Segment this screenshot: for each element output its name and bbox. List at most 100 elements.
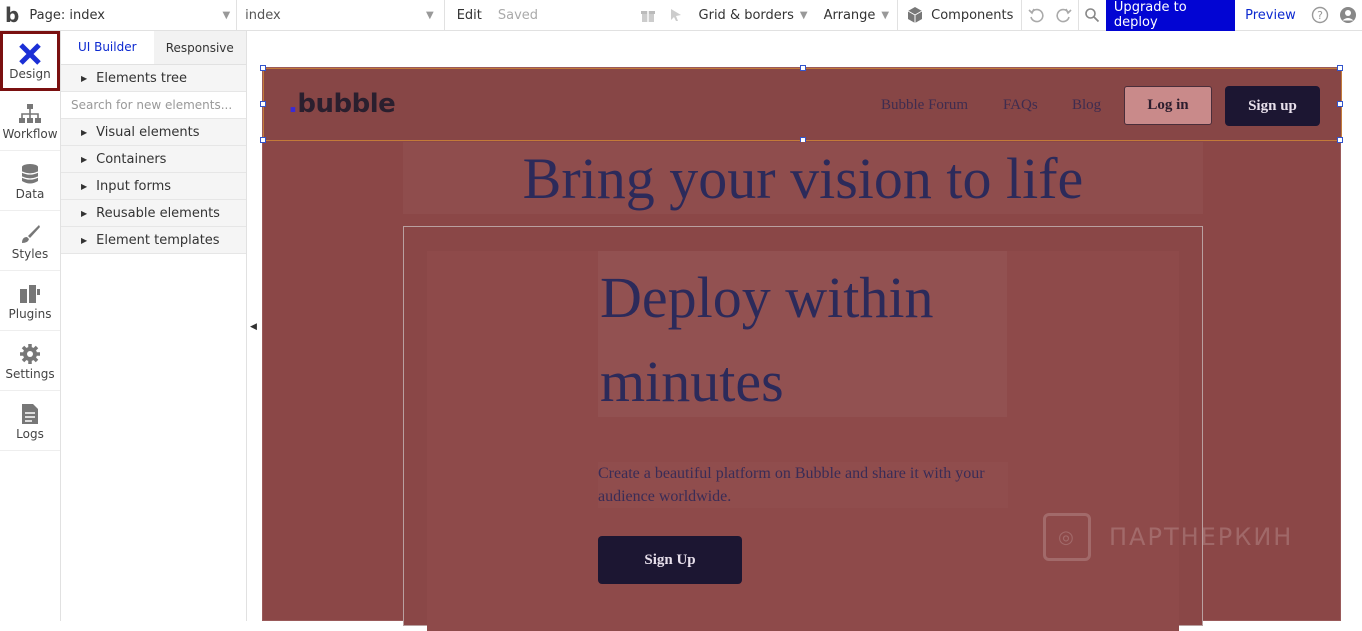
sidebar-item-data[interactable]: Data xyxy=(0,151,60,211)
elements-tree-toggle[interactable]: ▶ Elements tree xyxy=(61,65,246,92)
deploy-heading: Deploy within minutes xyxy=(600,265,934,414)
sidebar-item-label: Settings xyxy=(5,366,55,381)
description-element[interactable]: Create a beautiful platform on Bubble an… xyxy=(598,462,1008,508)
arrange-label: Arrange xyxy=(823,7,876,23)
logo-dot-icon: . xyxy=(288,89,298,119)
editor-sidebar: Design Workflow Data Styles Plugins Sett… xyxy=(0,31,61,621)
sidebar-item-label: Logs xyxy=(16,426,44,441)
caret-right-icon: ▶ xyxy=(81,127,88,137)
content-group[interactable]: Deploy within minutes Create a beautiful… xyxy=(403,226,1203,631)
design-icon xyxy=(18,41,42,67)
signup-button[interactable]: Sign up xyxy=(1225,86,1320,126)
components-button[interactable]: Components xyxy=(897,0,1021,31)
hero-title-element[interactable]: Bring your vision to life xyxy=(403,142,1203,214)
brush-icon xyxy=(19,221,41,247)
undo-icon[interactable] xyxy=(1021,0,1049,31)
element-search-input[interactable]: Search for new elements... xyxy=(61,92,246,119)
components-label: Components xyxy=(931,7,1014,23)
cube-icon xyxy=(907,7,923,23)
database-icon xyxy=(20,161,40,187)
description-text: Create a beautiful platform on Bubble an… xyxy=(598,465,985,505)
redo-icon[interactable] xyxy=(1050,0,1078,31)
sidebar-item-label: Data xyxy=(15,186,45,201)
sidebar-item-label: Design xyxy=(9,67,51,81)
deploy-heading-element[interactable]: Deploy within minutes xyxy=(598,251,1007,417)
page-selector[interactable]: Page: index ▼ xyxy=(24,0,238,31)
tab-ui-builder[interactable]: UI Builder xyxy=(61,31,154,64)
watermark-logo-icon: ◎ xyxy=(1043,513,1091,561)
edit-menu[interactable]: Edit xyxy=(445,0,490,31)
caret-right-icon: ▶ xyxy=(81,73,88,83)
caret-right-icon: ▶ xyxy=(81,181,88,191)
category-label: Containers xyxy=(96,151,167,167)
category-containers[interactable]: ▶ Containers xyxy=(61,146,246,173)
category-input-forms[interactable]: ▶ Input forms xyxy=(61,173,246,200)
sidebar-item-logs[interactable]: Logs xyxy=(0,391,60,451)
chevron-down-icon: ▼ xyxy=(426,9,434,21)
search-icon[interactable] xyxy=(1077,0,1106,31)
content-inner-group[interactable]: Deploy within minutes Create a beautiful… xyxy=(427,251,1179,631)
category-label: Input forms xyxy=(96,178,172,194)
sidebar-item-plugins[interactable]: Plugins xyxy=(0,271,60,331)
document-icon xyxy=(21,401,39,427)
preview-button[interactable]: Preview xyxy=(1235,0,1306,31)
resize-handle[interactable] xyxy=(1337,65,1343,71)
resize-handle[interactable] xyxy=(260,137,266,143)
page-selector-label: Page: index xyxy=(29,7,105,23)
element-selector-label: index xyxy=(245,7,281,23)
category-label: Reusable elements xyxy=(96,205,220,221)
nav-link-forum[interactable]: Bubble Forum xyxy=(881,97,968,114)
site-logo[interactable]: .bubble xyxy=(288,89,396,119)
arrange-menu[interactable]: Arrange ▼ xyxy=(816,0,898,31)
site-logo-text: bubble xyxy=(297,89,396,119)
bubble-logo-icon[interactable]: b xyxy=(0,0,24,31)
category-element-templates[interactable]: ▶ Element templates xyxy=(61,227,246,254)
collapse-panel-icon[interactable]: ◀ xyxy=(250,322,257,332)
hero-title: Bring your vision to life xyxy=(522,145,1084,211)
saved-status: Saved xyxy=(497,7,539,23)
top-toolbar: b Page: index ▼ index ▼ Edit Saved Grid … xyxy=(0,0,1362,31)
chevron-down-icon: ▼ xyxy=(881,9,890,21)
element-selector[interactable]: index ▼ xyxy=(237,0,445,31)
cta-signup-button[interactable]: Sign Up xyxy=(598,536,742,584)
header-group[interactable]: .bubble Bubble Forum FAQs Blog Log in Si… xyxy=(260,65,1343,143)
sidebar-item-styles[interactable]: Styles xyxy=(0,211,60,271)
account-icon[interactable] xyxy=(1334,0,1362,31)
category-visual-elements[interactable]: ▶ Visual elements xyxy=(61,119,246,146)
watermark-text: ПАРТНЕРКИН xyxy=(1109,523,1294,551)
elements-tree-label: Elements tree xyxy=(96,70,188,86)
upgrade-to-deploy-button[interactable]: Upgrade to deploy xyxy=(1105,0,1236,31)
sidebar-item-design[interactable]: Design xyxy=(0,31,60,91)
sidebar-item-settings[interactable]: Settings xyxy=(0,331,60,391)
login-button[interactable]: Log in xyxy=(1124,86,1212,125)
chevron-down-icon: ▼ xyxy=(799,9,808,21)
gift-icon[interactable] xyxy=(634,0,662,31)
gear-icon xyxy=(19,341,41,367)
panel-tabs: UI Builder Responsive xyxy=(61,31,246,65)
ui-builder-panel: UI Builder Responsive ▶ Elements tree Se… xyxy=(61,31,247,621)
sidebar-item-label: Workflow xyxy=(2,126,58,141)
resize-handle[interactable] xyxy=(1337,101,1343,107)
nav-link-blog[interactable]: Blog xyxy=(1072,97,1101,114)
watermark: ◎ ПАРТНЕРКИН xyxy=(1043,513,1293,561)
caret-right-icon: ▶ xyxy=(81,154,88,164)
nav-link-faqs[interactable]: FAQs xyxy=(1003,97,1038,114)
workflow-icon xyxy=(18,101,42,127)
sidebar-item-label: Styles xyxy=(11,246,49,261)
svg-text:?: ? xyxy=(1317,9,1323,22)
resize-handle[interactable] xyxy=(1337,137,1343,143)
category-label: Visual elements xyxy=(96,124,200,140)
sidebar-item-workflow[interactable]: Workflow xyxy=(0,91,60,151)
help-icon[interactable]: ? xyxy=(1306,0,1334,31)
category-reusable-elements[interactable]: ▶ Reusable elements xyxy=(61,200,246,227)
pointer-icon[interactable] xyxy=(662,0,690,31)
plug-icon xyxy=(18,281,42,307)
resize-handle[interactable] xyxy=(800,65,806,71)
grid-borders-label: Grid & borders xyxy=(698,7,794,23)
sidebar-item-label: Plugins xyxy=(8,306,52,321)
resize-handle[interactable] xyxy=(260,101,266,107)
tab-responsive[interactable]: Responsive xyxy=(153,31,246,64)
caret-right-icon: ▶ xyxy=(81,235,88,245)
grid-borders-menu[interactable]: Grid & borders ▼ xyxy=(691,0,816,31)
resize-handle[interactable] xyxy=(260,65,266,71)
